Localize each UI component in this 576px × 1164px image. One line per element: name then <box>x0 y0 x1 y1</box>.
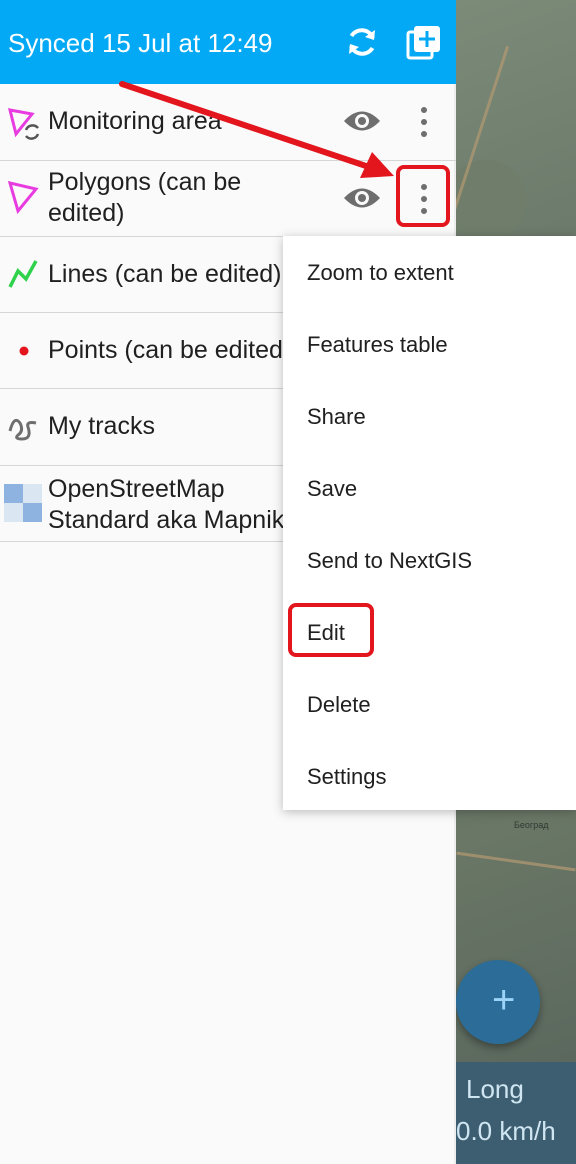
menu-item-share[interactable]: Share <box>307 404 366 430</box>
drawer-header: Synced 15 Jul at 12:49 <box>0 0 456 84</box>
layer-label-line1: Polygons (can be <box>48 168 242 196</box>
menu-item-save[interactable]: Save <box>307 476 357 502</box>
highlight-edit <box>288 603 374 657</box>
line-icon <box>8 260 38 288</box>
status-panel: Long 0.0 km/h <box>456 1062 576 1164</box>
eye-icon[interactable] <box>342 106 382 136</box>
eye-icon[interactable] <box>342 183 382 213</box>
point-icon <box>19 346 29 356</box>
layer-label-line2: edited) <box>48 199 125 227</box>
menu-item-features-table[interactable]: Features table <box>307 332 448 358</box>
track-icon <box>8 418 37 441</box>
menu-item-zoom-to-extent[interactable]: Zoom to extent <box>307 260 454 286</box>
menu-item-delete[interactable]: Delete <box>307 692 371 718</box>
plus-icon: + <box>492 978 516 1022</box>
add-feature-button[interactable]: + <box>456 960 540 1044</box>
layer-label: Lines (can be edited) <box>48 260 282 288</box>
sync-status: Synced 15 Jul at 12:49 <box>8 28 273 58</box>
layer-label: Points (can be edited) <box>48 336 288 364</box>
layer-label-line2: Standard aka Mapnik <box>48 506 285 534</box>
map-city-label: Београд <box>514 820 549 830</box>
tile-layer-icon <box>4 484 42 522</box>
layer-context-menu: Zoom to extent Features table Share Save… <box>283 236 576 810</box>
polygon-sync-icon <box>7 108 40 140</box>
layer-label: Monitoring area <box>48 107 222 135</box>
layer-row-polygons[interactable]: Polygons (can be edited) <box>0 161 456 237</box>
menu-item-send-to-nextgis[interactable]: Send to NextGIS <box>307 548 472 574</box>
speed-caption: Long <box>466 1074 524 1104</box>
menu-item-settings[interactable]: Settings <box>307 764 387 790</box>
layer-label: My tracks <box>48 412 155 440</box>
layer-row-monitoring-area[interactable]: Monitoring area <box>0 84 456 161</box>
more-options-icon[interactable] <box>414 104 434 140</box>
layer-label-line1: OpenStreetMap <box>48 475 225 503</box>
polygon-icon <box>7 180 39 215</box>
highlight-more-options <box>396 165 450 227</box>
speed-value: 0.0 km/h <box>456 1116 556 1146</box>
add-layer-icon[interactable] <box>406 24 442 60</box>
refresh-icon[interactable] <box>344 24 380 60</box>
